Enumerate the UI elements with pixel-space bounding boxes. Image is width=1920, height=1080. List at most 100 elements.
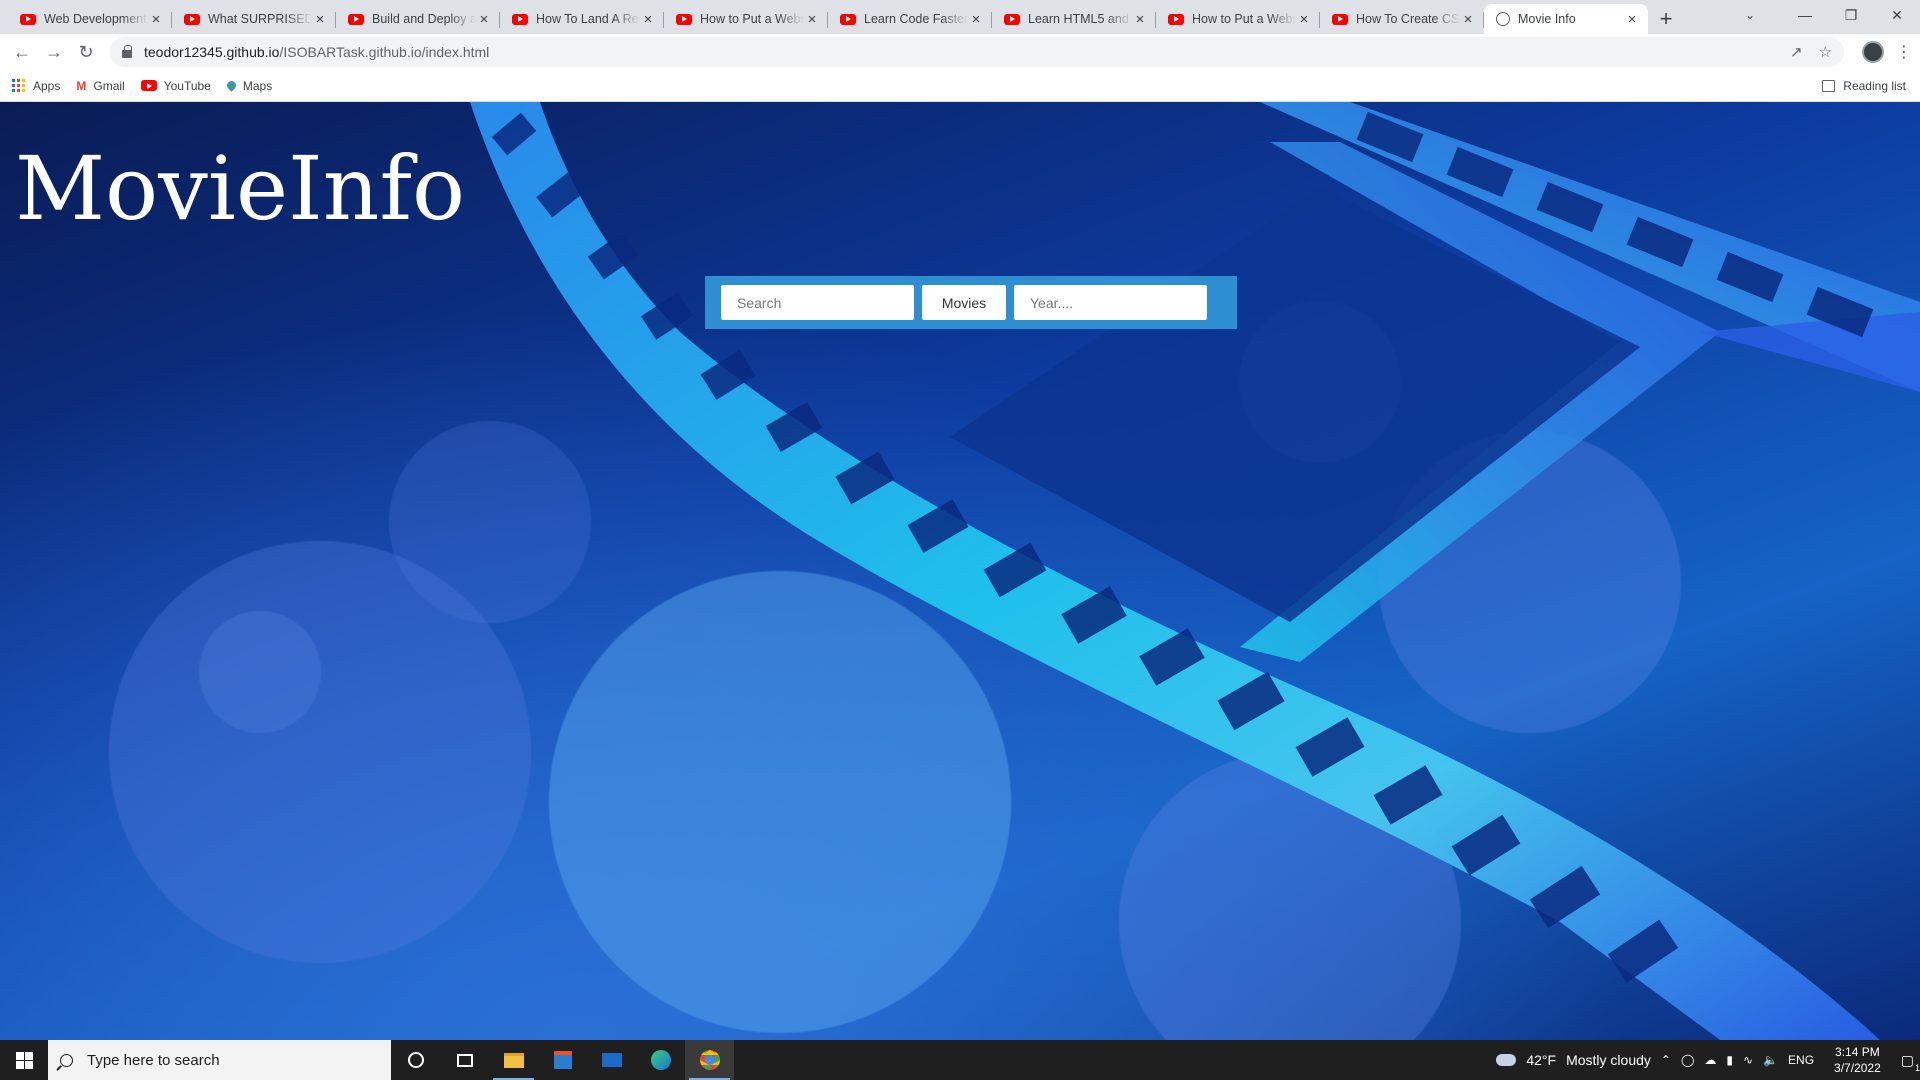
notifications-icon[interactable]: ▢ 1	[1901, 1052, 1920, 1073]
clock-date: 3/7/2022	[1834, 1061, 1881, 1075]
film-strip-background	[470, 102, 1920, 1040]
bookmark-label: Apps	[33, 78, 61, 93]
restore-button[interactable]: ❐	[1828, 0, 1874, 30]
taskbar-search-box[interactable]: Type here to search	[48, 1040, 391, 1080]
page-content: MovieInfo Movies	[0, 102, 1920, 1040]
gmail-icon: M	[76, 78, 87, 93]
clock-time: 3:14 PM	[1835, 1045, 1880, 1059]
notification-count: 1	[1914, 1062, 1920, 1073]
task-view-icon[interactable]	[440, 1040, 489, 1080]
tab-title: How To Land A Remote	[536, 12, 640, 26]
url-path: /ISOBARTask.github.io/index.html	[279, 44, 490, 60]
browser-tab[interactable]: Learn HTML5 and CSS3×	[992, 4, 1156, 34]
tab-title: Build and Deploy a	[372, 12, 476, 26]
volume-icon[interactable]: 🔈	[1763, 1053, 1778, 1067]
windows-start-icon[interactable]	[0, 1040, 48, 1080]
bookmark-star-icon[interactable]: ☆	[1819, 43, 1832, 61]
window-controls: — ❐ ✕	[1782, 0, 1920, 30]
browser-tab[interactable]: Build and Deploy a ×	[336, 4, 500, 34]
year-input[interactable]	[1014, 285, 1207, 320]
taskbar-search-placeholder: Type here to search	[87, 1051, 220, 1069]
close-tab-icon[interactable]: ×	[1132, 11, 1148, 28]
reading-list-label: Reading list	[1843, 78, 1906, 93]
onedrive-icon[interactable]: ☁	[1704, 1053, 1716, 1067]
back-icon[interactable]: ←	[6, 36, 38, 68]
youtube-favicon-icon	[1004, 13, 1020, 25]
menu-icon[interactable]: ⋮	[1894, 42, 1914, 62]
clock[interactable]: 3:14 PM 3/7/2022	[1834, 1044, 1881, 1076]
tab-strip: Web Development×What SURPRISED Me×Build …	[0, 0, 1920, 34]
weather-cloud-icon[interactable]	[1496, 1054, 1517, 1066]
show-hidden-icons-icon[interactable]: ⌃	[1661, 1053, 1671, 1067]
reload-icon[interactable]: ↻	[70, 36, 102, 68]
close-tab-icon[interactable]: ×	[312, 11, 328, 28]
browser-tab[interactable]: How To Land A Remote×	[500, 4, 664, 34]
toolbar: ← → ↻ teodor12345.github.io/ISOBARTask.g…	[0, 34, 1920, 70]
bookmark-apps[interactable]: Apps	[12, 79, 60, 93]
share-icon[interactable]: ↗	[1790, 43, 1803, 61]
browser-tab[interactable]: Learn Code Faster ×	[828, 4, 992, 34]
bookmark-label: Gmail	[93, 78, 125, 93]
new-tab-button[interactable]: +	[1648, 4, 1684, 34]
chrome-icon[interactable]	[685, 1040, 734, 1080]
minimize-button[interactable]: —	[1782, 0, 1828, 30]
weather-temp[interactable]: 42°F	[1526, 1052, 1556, 1068]
type-select-button[interactable]: Movies	[922, 285, 1006, 320]
microsoft-store-icon[interactable]	[538, 1040, 587, 1080]
browser-tab[interactable]: Web Development ×	[8, 4, 172, 34]
youtube-favicon-icon	[1168, 13, 1184, 25]
lock-icon	[122, 45, 132, 58]
tab-search-icon[interactable]: ⌄	[1730, 0, 1770, 30]
meet-now-icon[interactable]: ◯	[1681, 1053, 1694, 1067]
youtube-favicon-icon	[1332, 13, 1348, 25]
close-tab-icon[interactable]: ×	[968, 11, 984, 28]
tab-title: How to Put a Website	[1192, 12, 1296, 26]
profile-avatar[interactable]	[1862, 41, 1884, 63]
mail-icon[interactable]	[587, 1040, 636, 1080]
cortana-icon[interactable]	[391, 1040, 440, 1080]
file-explorer-icon[interactable]	[489, 1040, 538, 1080]
address-bar[interactable]: teodor12345.github.io/ISOBARTask.github.…	[110, 37, 1844, 67]
close-tab-icon[interactable]: ×	[476, 11, 492, 28]
taskbar: Type here to search 42°F Mostly cloudy ⌃…	[0, 1040, 1920, 1080]
edge-icon[interactable]	[636, 1040, 685, 1080]
site-logo: MovieInfo	[15, 137, 466, 240]
tab-list: Web Development×What SURPRISED Me×Build …	[8, 4, 1648, 34]
close-tab-icon[interactable]: ×	[1296, 11, 1312, 28]
youtube-favicon-icon	[184, 13, 200, 25]
youtube-favicon-icon	[512, 13, 528, 25]
youtube-favicon-icon	[840, 13, 856, 25]
apps-grid-icon	[12, 79, 25, 92]
browser-tab[interactable]: How To Create CSS ×	[1320, 4, 1484, 34]
close-tab-icon[interactable]: ×	[1624, 11, 1640, 28]
system-tray: 42°F Mostly cloudy ⌃ ◯ ☁ ▮ ∿ 🔈 ENG 3:14 …	[1496, 1044, 1920, 1076]
bookmark-youtube[interactable]: YouTube	[140, 79, 211, 93]
browser-tab[interactable]: How to Put a Website×	[664, 4, 828, 34]
close-tab-icon[interactable]: ×	[1460, 11, 1476, 28]
tab-title: How To Create CSS	[1356, 12, 1460, 26]
close-tab-icon[interactable]: ×	[640, 11, 656, 28]
tab-title: How to Put a Website	[700, 12, 804, 26]
weather-text[interactable]: Mostly cloudy	[1566, 1052, 1651, 1068]
tab-title: Learn Code Faster	[864, 12, 968, 26]
reading-list-button[interactable]: Reading list	[1822, 79, 1906, 93]
battery-icon[interactable]: ▮	[1726, 1053, 1733, 1067]
search-input[interactable]	[721, 285, 914, 320]
close-tab-icon[interactable]: ×	[148, 11, 164, 28]
language-indicator[interactable]: ENG	[1788, 1053, 1814, 1067]
search-icon	[60, 1053, 73, 1067]
youtube-icon	[140, 80, 157, 91]
browser-tab[interactable]: Movie Info ×	[1484, 4, 1648, 34]
globe-icon	[1496, 12, 1510, 26]
close-tab-icon[interactable]: ×	[804, 11, 820, 28]
url-host: teodor12345.github.io	[144, 44, 280, 60]
browser-tab[interactable]: How to Put a Website×	[1156, 4, 1320, 34]
browser-tab[interactable]: What SURPRISED Me×	[172, 4, 336, 34]
wifi-icon[interactable]: ∿	[1743, 1053, 1753, 1067]
bookmark-maps[interactable]: Maps	[224, 78, 273, 93]
close-window-button[interactable]: ✕	[1874, 0, 1920, 30]
bookmark-gmail[interactable]: M Gmail	[76, 79, 124, 93]
tab-title: What SURPRISED Me	[208, 12, 312, 26]
bookmark-label: Maps	[242, 78, 273, 93]
forward-icon[interactable]: →	[38, 36, 70, 68]
